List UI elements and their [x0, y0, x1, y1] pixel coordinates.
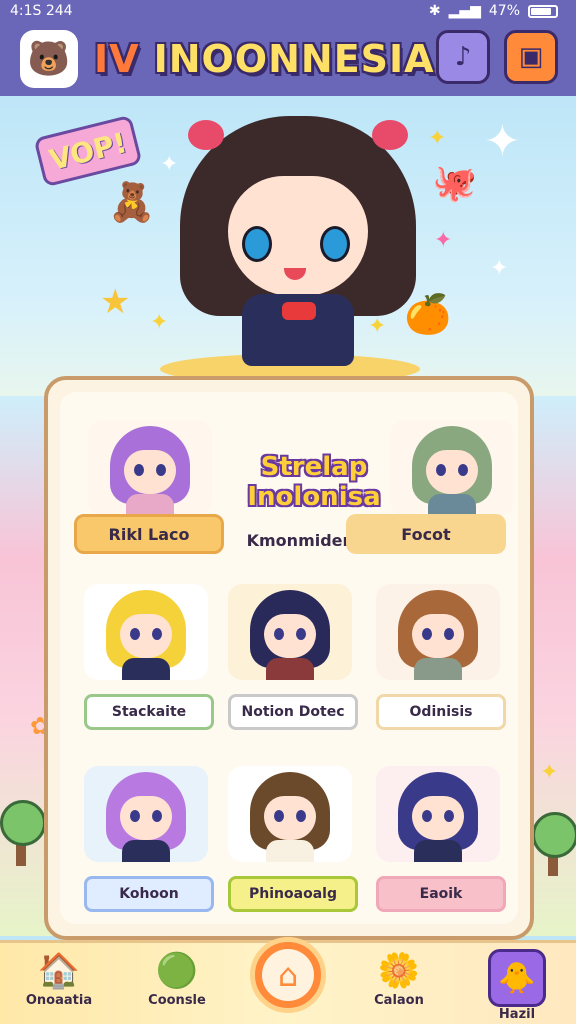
character-name: Stackaite: [84, 694, 214, 730]
sparkle-icon: ✦: [490, 256, 509, 281]
card-inner: Strelap Inolonisa Rikl Laco Kmonmidend F…: [60, 392, 518, 924]
nav-label: Onoaatia: [25, 993, 93, 1008]
nav-label: Calaon: [374, 993, 424, 1008]
sparkle-icon: ✦: [540, 760, 559, 785]
house-icon: 🏠: [37, 951, 81, 991]
home-icon: ⌂: [262, 949, 314, 1001]
sparkle-icon: ✦: [434, 228, 453, 253]
app-title: IV INOONNESIA: [94, 37, 435, 81]
status-time: 4:1S 244: [10, 3, 73, 19]
app-title-prefix: IV: [94, 37, 140, 81]
top-label-right[interactable]: Focot: [346, 514, 506, 554]
badge-icon: 🐥: [488, 949, 546, 1007]
character-name: Notion Dotec: [228, 694, 358, 730]
character-select-card: Strelap Inolonisa Rikl Laco Kmonmidend F…: [44, 376, 534, 940]
music-button[interactable]: ♪: [436, 30, 490, 84]
cloud-star-icon: ✦: [484, 116, 521, 167]
sparkle-icon: ✦: [150, 310, 169, 335]
home-button[interactable]: ⌂: [250, 937, 326, 1013]
card-title: Strelap Inolonisa: [244, 452, 384, 512]
sparkle-icon: ✦: [160, 152, 179, 177]
card-title-line1: Strelap: [260, 452, 368, 482]
hero-scene: VOP! 🧸 ★ ✦ 🐙 🍊 ✦ ✦ ✦ ✦ ✦ ✦: [0, 96, 576, 396]
speech-bubble: VOP!: [33, 114, 143, 188]
hero-character[interactable]: [180, 116, 416, 376]
music-note-icon: ♪: [454, 42, 472, 72]
character-name: Eaoik: [376, 876, 506, 912]
app-header: 🐻 IV INOONNESIA ♪ ▣: [0, 22, 576, 96]
top-label-left[interactable]: Rikl Laco: [74, 514, 224, 554]
character-name: Kohoon: [84, 876, 214, 912]
card-title-line2: Inolonisa: [247, 482, 381, 512]
signal-icon: ▂▄▆: [448, 3, 481, 19]
bear-face-icon[interactable]: 🐻: [20, 30, 78, 88]
nav-item-coonsle[interactable]: 🟢 Coonsle: [132, 949, 222, 1023]
bottom-nav: 🏠 Onoaatia 🟢 Coonsle ⌂ 🌼 Calaon 🐥 Hazil: [0, 937, 576, 1024]
nav-label: Hazil: [498, 1007, 536, 1022]
star-icon: ★: [100, 282, 131, 322]
flower-creature-icon: 🌼: [377, 951, 421, 991]
green-blob-icon: 🟢: [155, 951, 199, 991]
nav-item-hazil[interactable]: 🐥 Hazil: [472, 949, 562, 1023]
nav-item-onoaatia[interactable]: 🏠 Onoaatia: [14, 949, 104, 1023]
profile-card-icon: ▣: [518, 42, 544, 72]
nav-label: Coonsle: [148, 993, 206, 1008]
battery-icon: [528, 4, 558, 18]
character-name: Odinisis: [376, 694, 506, 730]
status-bar: 4:1S 244 ✱ ▂▄▆ 47%: [0, 0, 576, 22]
sparkle-icon: ✦: [428, 126, 447, 151]
bear-mascot-icon: 🧸: [108, 180, 156, 224]
battery-text: 47%: [488, 3, 520, 19]
pink-creature-icon: 🐙: [432, 163, 477, 204]
profile-button[interactable]: ▣: [504, 30, 558, 84]
character-name: Phinoaoalg: [228, 876, 358, 912]
app-title-text: INOONNESIA: [153, 37, 435, 81]
bluetooth-icon: ✱: [428, 3, 441, 19]
nav-item-calaon[interactable]: 🌼 Calaon: [354, 949, 444, 1023]
